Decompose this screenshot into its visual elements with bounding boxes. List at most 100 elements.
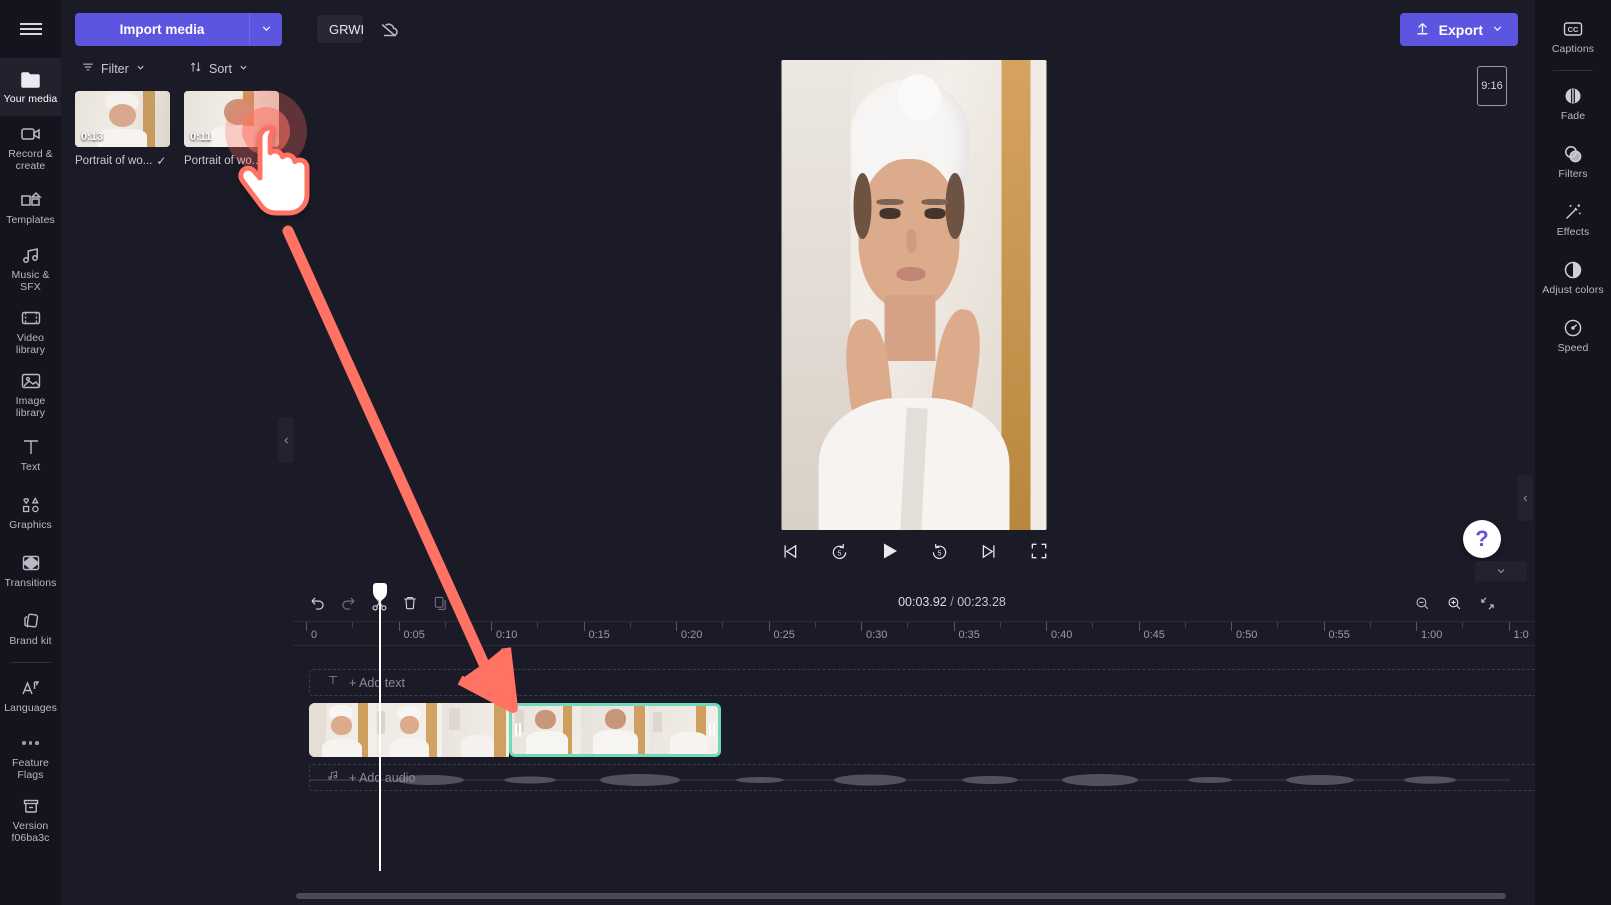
hamburger-menu-icon[interactable]: [0, 0, 61, 58]
export-button[interactable]: Export: [1399, 13, 1518, 46]
ruler-tick-major: [1231, 622, 1232, 631]
media-name-row: Portrait of wo... ✓: [184, 154, 279, 168]
timeline-playhead[interactable]: [373, 583, 387, 871]
rewind-5s-button[interactable]: 5: [827, 539, 851, 563]
text-track-placeholder[interactable]: + Add text: [309, 669, 1555, 696]
play-button[interactable]: [877, 539, 901, 563]
sidebar-item-graphics[interactable]: Graphics: [0, 484, 61, 542]
timeline-zoom-out-button[interactable]: [1411, 592, 1433, 614]
right-item-label: Fade: [1560, 110, 1586, 123]
right-item-captions[interactable]: CC Captions: [1535, 8, 1611, 66]
filter-button[interactable]: Filter: [75, 56, 171, 81]
sort-button[interactable]: Sort: [171, 56, 279, 81]
sidebar-item-text[interactable]: Text: [0, 426, 61, 484]
time-separator: /: [950, 595, 954, 609]
sidebar-item-image-library[interactable]: Image library: [0, 363, 61, 426]
media-panel-collapse-button[interactable]: [278, 417, 294, 463]
timeline-clip-1[interactable]: [309, 703, 509, 757]
media-thumbnail[interactable]: 0:11: [184, 91, 279, 147]
ruler-tick-minor: [1092, 622, 1094, 628]
check-icon: ✓: [156, 154, 167, 168]
sidebar-item-label: Your media: [3, 93, 58, 106]
right-item-adjust-colors[interactable]: Adjust colors: [1535, 249, 1611, 307]
audio-track-placeholder[interactable]: + Add audio: [309, 764, 1555, 791]
ruler-tick-label: 0:50: [1236, 629, 1258, 641]
cloud-off-icon[interactable]: [377, 18, 401, 47]
sidebar-item-transitions[interactable]: Transitions: [0, 542, 61, 600]
project-name-field[interactable]: GRWI: [317, 15, 363, 43]
media-item-2[interactable]: 0:11 Portrait of wo... ✓: [184, 91, 279, 168]
timeline-horizontal-scrollbar[interactable]: [296, 893, 1506, 899]
playhead-knob[interactable]: [373, 583, 387, 600]
import-media-dropdown-button[interactable]: [249, 13, 282, 46]
right-item-label: Effects: [1556, 226, 1590, 239]
undo-button[interactable]: [306, 592, 328, 614]
video-track: [309, 703, 721, 757]
sidebar-item-video-library[interactable]: Video library: [0, 300, 61, 363]
timeline-zoom-in-button[interactable]: [1443, 592, 1465, 614]
sidebar-item-label: Templates: [6, 214, 55, 227]
chevron-down-icon: [260, 22, 273, 38]
sidebar-item-label: Text: [20, 461, 41, 474]
import-media-button[interactable]: Import media: [75, 13, 249, 46]
sidebar-item-label: Languages: [4, 702, 57, 715]
add-text-label: + Add text: [349, 675, 405, 690]
export-label: Export: [1438, 21, 1483, 38]
chevron-down-icon: [135, 62, 146, 76]
ruler-tick-major: [953, 622, 955, 631]
forward-5s-button[interactable]: 5: [927, 539, 951, 563]
ruler-tick-label: 0:20: [681, 629, 703, 641]
clip-trim-handle-left[interactable]: [514, 720, 522, 740]
duplicate-button[interactable]: [430, 592, 452, 614]
sidebar-item-languages[interactable]: Languages: [0, 667, 61, 725]
right-item-effects[interactable]: Effects: [1535, 191, 1611, 249]
fullscreen-button[interactable]: [1027, 539, 1051, 563]
music-note-icon: [19, 243, 43, 267]
skip-to-end-button[interactable]: [977, 539, 1001, 563]
skip-to-start-button[interactable]: [777, 539, 801, 563]
sidebar-item-label: Brand kit: [9, 635, 52, 648]
sidebar-item-templates[interactable]: Templates: [0, 179, 61, 237]
timeline-ruler[interactable]: 0 0:05 0:10 0:15 0:20 0:25 0:30 0:35 0:40 0:45 0:5…: [293, 622, 1611, 646]
media-name: Portrait of wo...: [75, 155, 153, 167]
media-thumbnail[interactable]: 0:13: [75, 91, 170, 147]
sidebar-item-record-create[interactable]: Record & create: [0, 116, 61, 179]
stage-collapse-button[interactable]: [1475, 561, 1527, 581]
delete-button[interactable]: [399, 592, 421, 614]
chevron-down-icon: [238, 62, 249, 76]
right-panel-collapse-button[interactable]: [1517, 475, 1533, 521]
sidebar-item-label: Record & create: [8, 148, 53, 172]
right-item-fade[interactable]: Fade: [1535, 75, 1611, 133]
timeline-clip-2[interactable]: [509, 703, 721, 757]
media-item-1[interactable]: 0:13 Portrait of wo... ✓: [75, 91, 170, 168]
sidebar-item-feature-flags[interactable]: Feature Flags: [0, 725, 61, 788]
sidebar-item-your-media[interactable]: Your media: [0, 58, 61, 116]
timeline-fit-button[interactable]: [1476, 592, 1498, 614]
speedometer-icon: [1561, 316, 1585, 340]
language-icon: [19, 676, 43, 700]
help-button[interactable]: ?: [1463, 520, 1501, 558]
media-name: Portrait of wo...: [184, 155, 262, 167]
aspect-ratio-button[interactable]: 9:16: [1477, 66, 1507, 106]
media-duration: 0:11: [190, 131, 212, 143]
sidebar-item-version[interactable]: Version f06ba3c: [0, 788, 61, 851]
ruler-tick-minor: [1369, 622, 1371, 628]
clip-trim-handle-right[interactable]: [708, 720, 716, 740]
svg-text:CC: CC: [1568, 25, 1579, 34]
chevron-down-icon: [1497, 569, 1505, 574]
right-item-speed[interactable]: Speed: [1535, 307, 1611, 365]
ruler-tick-minor: [444, 622, 446, 628]
sidebar-item-music-sfx[interactable]: Music & SFX: [0, 237, 61, 300]
brand-kit-icon: [19, 609, 43, 633]
ruler-tick-minor: [1184, 622, 1186, 628]
video-preview[interactable]: [781, 60, 1047, 530]
folder-icon: [19, 67, 43, 91]
ruler-tick-major: [1508, 622, 1510, 631]
sidebar-item-brand-kit[interactable]: Brand kit: [0, 600, 61, 658]
magic-wand-icon: [1561, 200, 1585, 224]
ruler-tick-major: [768, 622, 770, 631]
timeline-tracks: + Add text + Add audio: [293, 646, 1611, 876]
right-item-filters[interactable]: Filters: [1535, 133, 1611, 191]
ruler-tick-major: [1323, 622, 1325, 631]
redo-button[interactable]: [337, 592, 359, 614]
